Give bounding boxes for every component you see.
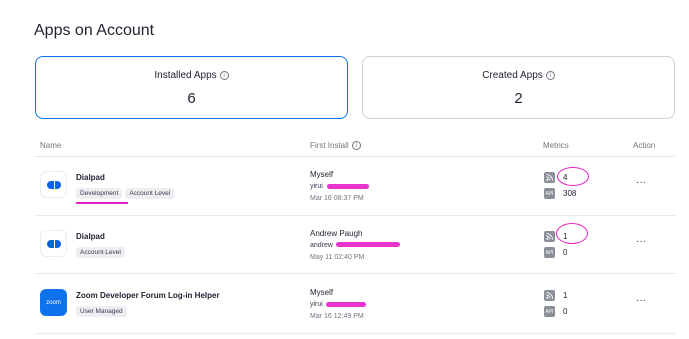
page-title: Apps on Account: [34, 22, 155, 39]
info-icon[interactable]: i: [351, 141, 361, 150]
table-row: Dialpad Account Level Andrew Paugh andre…: [0, 216, 689, 274]
redaction-scribble: [327, 184, 369, 189]
install-date: May 11 02:40 PM: [310, 254, 365, 261]
app-name[interactable]: Dialpad: [76, 173, 105, 182]
info-icon[interactable]: i: [219, 71, 229, 80]
installer-email: yirui: [310, 301, 323, 308]
install-date: Mar 16 12:49 PM: [310, 313, 364, 320]
divider: [35, 333, 676, 334]
installer-email: andrew: [310, 242, 333, 249]
installed-apps-label: Installed Apps: [154, 70, 217, 81]
tag-list: Development Account Level: [76, 188, 175, 199]
dialpad-logo-icon: [40, 230, 67, 257]
column-header-first-install-label: First Install: [310, 141, 349, 150]
app-name[interactable]: Zoom Developer Forum Log-in Helper: [76, 291, 220, 300]
install-date: Mar 16 08:37 PM: [310, 195, 364, 202]
installer-name: Andrew Paugh: [310, 229, 363, 238]
tag-list: User Managed: [76, 306, 127, 317]
metric-api-value: 308: [563, 189, 577, 198]
tag-badge: User Managed: [76, 306, 127, 317]
installer-name: Myself: [310, 170, 334, 179]
more-actions-button[interactable]: ···: [636, 177, 646, 188]
rss-icon: [544, 172, 555, 183]
installed-apps-count: 6: [187, 90, 196, 107]
annotation-underline: [76, 202, 128, 204]
redaction-scribble: [336, 242, 400, 247]
info-icon[interactable]: i: [545, 71, 555, 80]
tag-badge: Development: [76, 188, 123, 199]
metric-api-value: 0: [563, 248, 568, 257]
tag-badge: Account Level: [76, 247, 125, 258]
annotation-circle: [557, 167, 589, 186]
zoom-logo-icon: zoom: [40, 289, 67, 316]
api-icon: API: [544, 188, 555, 199]
created-apps-card[interactable]: Created Apps i 2: [362, 56, 675, 119]
table-row: zoom Zoom Developer Forum Log-in Helper …: [0, 275, 689, 333]
installer-email: yirui: [310, 183, 323, 190]
annotation-circle: [556, 223, 588, 244]
column-header-name: Name: [40, 141, 62, 150]
column-header-action: Action: [633, 141, 656, 150]
created-apps-count: 2: [514, 90, 523, 107]
more-actions-button[interactable]: ···: [636, 295, 646, 306]
metric-events-value: 1: [563, 291, 568, 300]
tag-badge: Account Level: [125, 188, 175, 199]
api-icon: API: [544, 306, 555, 317]
api-icon: API: [544, 247, 555, 258]
tag-list: Account Level: [76, 247, 125, 258]
installer-name: Myself: [310, 288, 334, 297]
divider: [35, 273, 676, 274]
metric-api-value: 0: [563, 307, 568, 316]
more-actions-button[interactable]: ···: [636, 236, 646, 247]
rss-icon: [544, 290, 555, 301]
redaction-scribble: [326, 302, 366, 307]
table-row: Dialpad Development Account Level Myself…: [0, 157, 689, 215]
installed-apps-card[interactable]: Installed Apps i 6: [35, 56, 348, 119]
created-apps-label: Created Apps: [482, 70, 543, 81]
rss-icon: [544, 231, 555, 242]
app-name[interactable]: Dialpad: [76, 232, 105, 241]
dialpad-logo-icon: [40, 171, 67, 198]
column-header-metrics: Metrics: [543, 141, 569, 150]
column-header-first-install: First Install i: [310, 141, 361, 150]
